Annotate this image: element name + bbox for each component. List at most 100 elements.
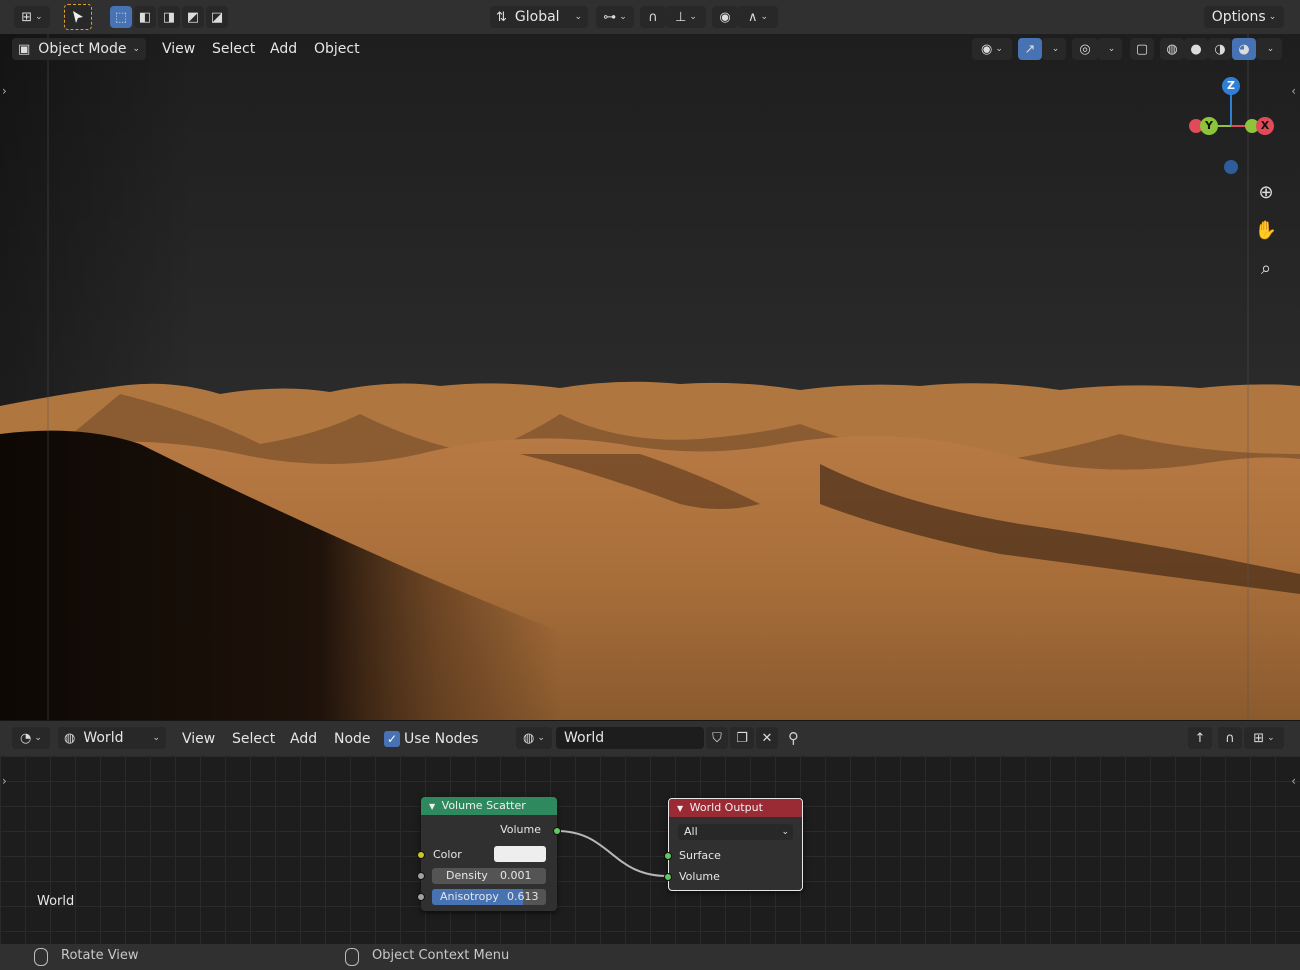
eye-icon: ◉: [981, 41, 993, 57]
overlays-dropdown[interactable]: ⌄: [1098, 38, 1122, 60]
color-input-socket[interactable]: [417, 851, 425, 859]
node-snap-toggle[interactable]: ∩: [1218, 727, 1242, 749]
object-mode-dropdown[interactable]: ▣ Object Mode ⌄: [12, 38, 146, 60]
snap-target-dropdown[interactable]: ⊥ ⌄: [666, 6, 706, 28]
parent-node-tree-button[interactable]: ↑: [1188, 727, 1212, 749]
shading-material[interactable]: ◑: [1208, 38, 1232, 60]
node-menu-add[interactable]: Add: [284, 726, 323, 752]
node-snap-dropdown[interactable]: ⊞ ⌄: [1244, 727, 1284, 749]
render-target-label: All: [684, 825, 698, 838]
xray-icon: ▢: [1135, 41, 1149, 57]
gizmo-icon: ↗: [1024, 41, 1036, 57]
viewport-menu-select[interactable]: Select: [206, 36, 261, 62]
3d-viewport[interactable]: ▣ Object Mode ⌄ View Select Add Object ◉…: [0, 34, 1300, 720]
gizmo-neg-z-axis[interactable]: [1224, 160, 1238, 174]
chevron-down-icon: ⌄: [1266, 44, 1275, 54]
render-target-dropdown[interactable]: All ⌄: [678, 824, 793, 840]
hand-pan-icon[interactable]: ✋: [1252, 220, 1280, 248]
orientation-label: Global: [514, 9, 560, 25]
select-tool-button[interactable]: [64, 4, 92, 30]
options-label: Options: [1211, 9, 1266, 25]
chevron-down-icon: ⌄: [781, 827, 789, 837]
editor-type-icon: ⊞: [21, 9, 33, 25]
density-field[interactable]: Density 0.001: [432, 868, 546, 884]
shield-icon: ⛉: [712, 730, 722, 746]
chevron-down-icon: ⌄: [1107, 44, 1116, 54]
node-canvas[interactable]: › ‹ ▼ Volume Scatter Volume Color Densit…: [0, 756, 1300, 944]
world-output-header[interactable]: ▼ World Output: [669, 799, 802, 817]
sidebar-expand-arrow-icon[interactable]: ‹: [1291, 84, 1296, 98]
gizmo-dropdown[interactable]: ⌄: [1042, 38, 1066, 60]
select-subtract-button[interactable]: ◨: [158, 6, 180, 28]
object-mode-icon: ▣: [18, 41, 31, 57]
toolbar-expand-arrow-icon[interactable]: ›: [2, 84, 7, 98]
fake-user-button[interactable]: ⛉: [706, 727, 728, 749]
world-globe-icon: ◍: [64, 730, 76, 746]
magnet-icon: ∩: [1225, 730, 1235, 746]
zoom-icon[interactable]: ⊕: [1252, 182, 1280, 210]
node-editor-type-button[interactable]: ◔ ⌄: [12, 727, 50, 749]
surface-input-socket[interactable]: [664, 852, 672, 860]
volume-output-socket[interactable]: [553, 827, 561, 835]
gizmo-y-axis[interactable]: Y: [1200, 117, 1218, 135]
snap-toggle[interactable]: ∩: [640, 6, 666, 28]
shader-type-dropdown[interactable]: ◍ World ⌄: [58, 727, 166, 749]
select-intersect-button[interactable]: ◪: [206, 6, 228, 28]
desert-render: [0, 34, 1300, 720]
close-icon: ✕: [761, 730, 773, 746]
world-globe-icon: ◍: [523, 730, 535, 746]
node-menu-node[interactable]: Node: [328, 726, 377, 752]
duplicate-world-button[interactable]: ❐: [730, 727, 754, 749]
pin-icon[interactable]: ⚲: [788, 729, 799, 747]
duplicate-icon: ❐: [736, 730, 748, 746]
anisotropy-input-socket[interactable]: [417, 893, 425, 901]
proportional-edit-toggle[interactable]: ◉: [712, 6, 738, 28]
gizmo-z-axis[interactable]: Z: [1222, 77, 1240, 95]
world-name-field[interactable]: World: [556, 727, 704, 749]
options-dropdown[interactable]: Options ⌄: [1204, 6, 1284, 28]
density-label: Density: [446, 869, 488, 882]
editor-type-button[interactable]: ⊞ ⌄: [14, 6, 50, 28]
select-new-button[interactable]: ⬚: [110, 6, 132, 28]
shading-dropdown[interactable]: ⌄: [1256, 38, 1282, 60]
select-invert-button[interactable]: ◩: [182, 6, 204, 28]
status-hint-rotate: Rotate View: [61, 948, 139, 963]
overlays-toggle[interactable]: ◎: [1072, 38, 1098, 60]
viewport-menu-add[interactable]: Add: [264, 36, 303, 62]
volume-scatter-title: Volume Scatter: [441, 799, 526, 812]
node-menu-view[interactable]: View: [176, 726, 221, 752]
status-hint-context-menu: Object Context Menu: [372, 948, 510, 963]
transform-orientation-dropdown[interactable]: ⇅ Global ⌄: [490, 6, 588, 28]
gizmo-x-axis[interactable]: X: [1256, 117, 1274, 135]
visibility-dropdown[interactable]: ◉ ⌄: [972, 38, 1012, 60]
xray-toggle[interactable]: ▢: [1130, 38, 1154, 60]
shading-solid[interactable]: ●: [1184, 38, 1208, 60]
collapse-triangle-icon: ▼: [677, 804, 684, 813]
anisotropy-field[interactable]: Anisotropy 0.613: [432, 889, 546, 905]
volume-scatter-header[interactable]: ▼ Volume Scatter: [421, 797, 557, 815]
gizmo-toggle[interactable]: ↗: [1018, 38, 1042, 60]
camera-icon[interactable]: ⌕: [1252, 258, 1280, 286]
world-output-node[interactable]: ▼ World Output All ⌄ Surface Volume: [664, 798, 803, 891]
density-value: 0.001: [500, 869, 532, 882]
volume-scatter-node[interactable]: ▼ Volume Scatter Volume Color Density 0.…: [417, 797, 561, 911]
shading-wireframe[interactable]: ◍: [1160, 38, 1184, 60]
shader-editor-icon: ◔: [20, 730, 32, 746]
select-extend-button[interactable]: ◧: [134, 6, 156, 28]
arrow-up-icon: ↑: [1194, 730, 1206, 746]
node-menu-select[interactable]: Select: [226, 726, 281, 752]
color-input-label: Color: [433, 848, 462, 861]
shading-rendered[interactable]: ◕: [1232, 38, 1256, 60]
world-browse-button[interactable]: ◍ ⌄: [516, 727, 552, 749]
viewport-menu-view[interactable]: View: [156, 36, 201, 62]
color-swatch[interactable]: [494, 846, 546, 862]
falloff-dropdown[interactable]: ∧ ⌄: [738, 6, 778, 28]
pivot-point-dropdown[interactable]: ⊶ ⌄: [596, 6, 634, 28]
unlink-world-button[interactable]: ✕: [756, 727, 778, 749]
select-subtract-icon: ◨: [162, 9, 176, 25]
navigation-gizmo[interactable]: Z Y X: [1186, 74, 1276, 174]
density-input-socket[interactable]: [417, 872, 425, 880]
volume-input-socket[interactable]: [664, 873, 672, 881]
viewport-menu-object[interactable]: Object: [308, 36, 366, 62]
wireframe-sphere-icon: ◍: [1166, 41, 1178, 57]
